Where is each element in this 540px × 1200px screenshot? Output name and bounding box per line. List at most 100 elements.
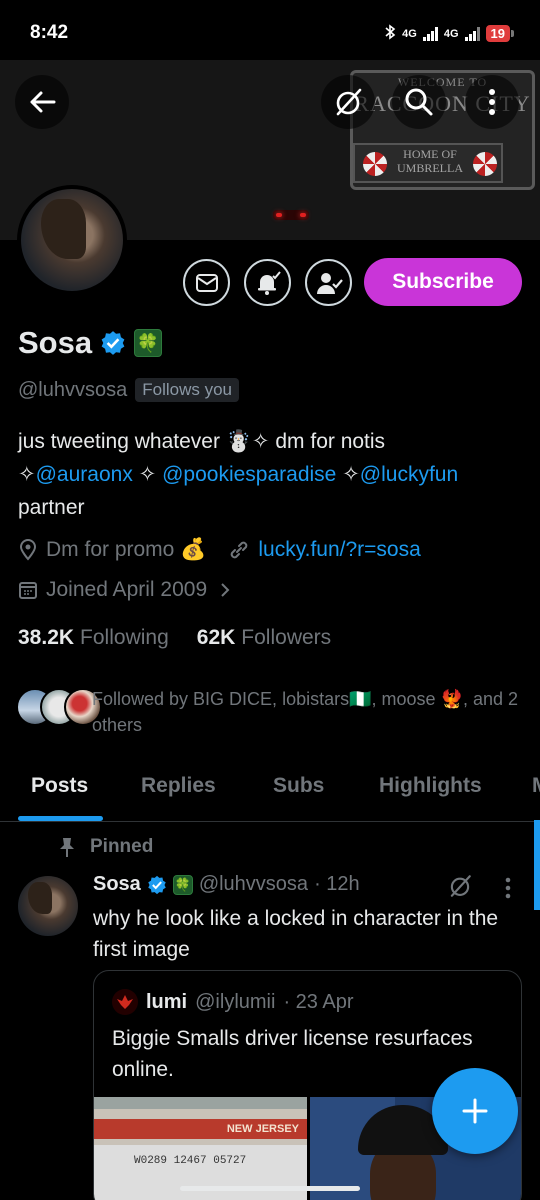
battery-icon: 19	[485, 25, 515, 42]
tab-subs[interactable]: Subs	[273, 774, 324, 798]
network-label-1: 4G	[402, 27, 417, 40]
umbrella-logo-icon	[363, 152, 387, 176]
following-button[interactable]	[305, 259, 352, 306]
tweet-grok-button[interactable]	[447, 873, 473, 904]
arrow-left-icon	[30, 91, 56, 113]
tweet-header: Sosa 🍀 @luhvvsosa · 12h	[93, 873, 360, 896]
followers-link[interactable]: 62K Followers	[197, 626, 331, 650]
quote-author-avatar	[112, 989, 138, 1015]
signal-icon	[422, 26, 438, 41]
following-label: Following	[80, 626, 169, 649]
followers-label: Followers	[241, 626, 332, 649]
bell-check-icon	[257, 270, 281, 295]
status-icons: 4G 4G 19	[384, 24, 515, 43]
profile-location: Dm for promo 💰	[46, 538, 207, 561]
bio-sparkle: ✧	[336, 463, 360, 486]
tweet-author-name[interactable]: Sosa	[93, 873, 141, 896]
bio-link-auraonx[interactable]: @auraonx	[36, 463, 133, 486]
active-tab-indicator	[18, 816, 103, 821]
followers-count: 62K	[196, 626, 236, 649]
subscribe-button[interactable]: Subscribe	[364, 258, 522, 306]
tweet-author-handle: @luhvvsosa	[198, 873, 309, 895]
status-time: 8:42	[30, 22, 69, 43]
sign-plate: HOME OF UMBRELLA	[353, 143, 503, 183]
profile-handle: @luhvvsosa	[18, 378, 128, 401]
network-label-2: 4G	[443, 27, 459, 40]
umbrella-logo-icon	[473, 152, 497, 176]
profile-avatar[interactable]	[17, 185, 127, 295]
quote-author-name: lumi	[146, 990, 188, 1013]
quote-header: lumi @ilylumii · 23 Apr	[112, 989, 353, 1015]
verified-badge-icon[interactable]	[100, 330, 126, 356]
follow-counts: 38.2K Following 62K Followers	[18, 626, 331, 650]
user-check-icon	[316, 272, 343, 294]
quote-time: · 23 Apr	[283, 990, 354, 1013]
profile-meta-row: Dm for promo 💰 lucky.fun/?r=sosa	[18, 538, 421, 562]
link-icon	[231, 541, 248, 559]
car-taillights	[273, 210, 309, 220]
bluetooth-icon	[384, 24, 396, 43]
sign-umbrella-text: HOME OF UMBRELLA	[397, 147, 463, 175]
handle-row: @luhvvsosa Follows you	[18, 378, 240, 402]
sign-umbrella-word: UMBRELLA	[397, 161, 463, 175]
tab-media[interactable]: M	[532, 774, 540, 798]
tweet-author-avatar[interactable]	[18, 876, 78, 936]
quote-text: Biggie Smalls driver license resurfaces …	[112, 1027, 473, 1081]
profile-name-row: Sosa 🍀	[18, 325, 163, 361]
signal-icon	[464, 26, 480, 41]
pinned-label: Pinned	[90, 836, 154, 857]
tab-posts[interactable]: Posts	[31, 774, 88, 798]
plus-icon	[462, 1098, 488, 1124]
tweet-time: · 12h	[314, 873, 360, 895]
envelope-icon	[195, 273, 218, 292]
follows-you-badge: Follows you	[135, 378, 240, 402]
following-link[interactable]: 38.2K Following	[18, 626, 169, 650]
tab-replies[interactable]: Replies	[141, 774, 216, 798]
search-button[interactable]	[392, 75, 446, 129]
bio-sparkle: ✧	[132, 463, 163, 486]
more-vertical-icon	[489, 89, 495, 115]
quote-image-license[interactable]: NEW JERSEY W0289 12467 05727	[94, 1097, 307, 1200]
message-button[interactable]	[183, 259, 230, 306]
profile-website-link[interactable]: lucky.fun/?r=sosa	[258, 538, 420, 562]
home-indicator[interactable]	[180, 1186, 360, 1191]
bio-sparkle: ✧	[18, 463, 36, 486]
quote-author-handle: @ilylumii	[195, 990, 276, 1013]
bio-line-3: partner	[18, 496, 85, 519]
following-count: 38.2K	[18, 626, 75, 649]
more-options-button[interactable]	[465, 75, 519, 129]
profile-tabs: Posts Replies Subs Highlights M	[0, 750, 540, 822]
tweet-text: why he look like a locked in character i…	[93, 907, 499, 961]
grok-icon	[336, 88, 362, 116]
location-pin-icon	[19, 539, 37, 561]
grok-button[interactable]	[321, 75, 375, 129]
joined-date: Joined April 2009	[46, 578, 208, 601]
tab-highlights[interactable]: Highlights	[379, 774, 482, 798]
sign-home-text: HOME OF	[403, 147, 457, 161]
profile-bio: jus tweeting whatever ☃️✧ dm for notis ✧…	[18, 425, 518, 524]
affiliate-badge-icon: 🍀	[172, 874, 193, 895]
bio-link-pookiesparadise[interactable]: @pookiesparadise	[162, 463, 336, 486]
back-button[interactable]	[15, 75, 69, 129]
bio-line-2: ✧@auraonx ✧ @pookiesparadise ✧@luckyfun	[18, 458, 518, 491]
affiliate-badge-icon[interactable]: 🍀	[134, 329, 163, 357]
bio-link-luckyfun[interactable]: @luckyfun	[360, 463, 458, 486]
notifications-button[interactable]	[244, 259, 291, 306]
verified-badge-icon	[148, 875, 166, 894]
compose-button[interactable]	[432, 1068, 518, 1154]
phoenix-icon	[117, 995, 133, 1009]
tweet-more-button[interactable]	[505, 877, 511, 904]
followed-by-avatars[interactable]	[16, 688, 102, 726]
license-number: W0289 12467 05727	[134, 1155, 247, 1167]
joined-row[interactable]: Joined April 2009	[18, 578, 231, 602]
bio-line-1: jus tweeting whatever ☃️✧ dm for notis	[18, 430, 386, 453]
scrollbar-thumb[interactable]	[534, 820, 540, 910]
chevron-right-icon	[221, 583, 230, 597]
search-icon	[405, 88, 433, 116]
calendar-icon	[19, 582, 37, 599]
status-bar: 8:42 4G 4G 19	[0, 0, 540, 60]
license-state: NEW JERSEY	[94, 1119, 307, 1139]
followed-by-text[interactable]: Followed by BIG DICE, lobistars🇳🇬, moose…	[92, 686, 522, 738]
pinned-label-row: Pinned	[58, 836, 153, 858]
pin-icon	[60, 838, 74, 857]
